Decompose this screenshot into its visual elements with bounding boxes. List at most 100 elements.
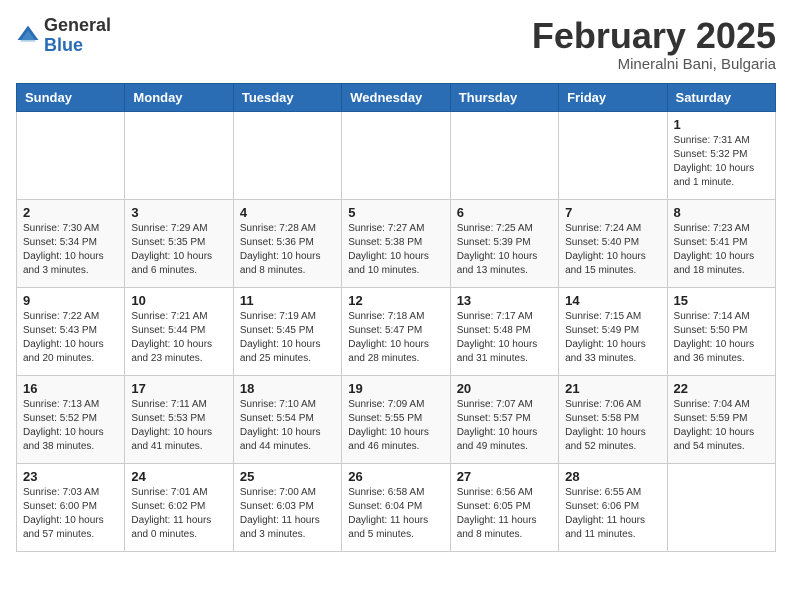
day-number: 16: [23, 381, 118, 396]
weekday-header-wednesday: Wednesday: [342, 83, 450, 111]
day-number: 21: [565, 381, 660, 396]
day-number: 27: [457, 469, 552, 484]
calendar-day-cell: 28 Sunrise: 6:55 AM Sunset: 6:06 PM Dayli…: [559, 463, 667, 551]
calendar-day-cell: 2Sunrise: 7:30 AM Sunset: 5:34 PM Daylig…: [17, 199, 125, 287]
day-number: 15: [674, 293, 769, 308]
calendar-day-cell: 14 Sunrise: 7:15 AM Sunset: 5:49 PM Dayli…: [559, 287, 667, 375]
day-info: Sunrise: 7:25 AM Sunset: 5:39 PM Dayligh…: [457, 222, 552, 278]
day-info: Sunrise: 7:10 AM Sunset: 5:54 PM Dayligh…: [240, 398, 335, 454]
day-number: 6: [457, 205, 552, 220]
day-info: Sunrise: 6:56 AM Sunset: 6:05 PM Dayligh…: [457, 486, 552, 542]
day-number: 23: [23, 469, 118, 484]
calendar-day-cell: 3 Sunrise: 7:29 AM Sunset: 5:35 PM Daylig…: [125, 199, 233, 287]
day-number: 14: [565, 293, 660, 308]
day-info: Sunrise: 6:55 AM Sunset: 6:06 PM Dayligh…: [565, 486, 660, 542]
calendar-week-row: 1Sunrise: 7:31 AM Sunset: 5:32 PM Daylig…: [17, 111, 776, 199]
day-number: 18: [240, 381, 335, 396]
day-info: Sunrise: 7:24 AM Sunset: 5:40 PM Dayligh…: [565, 222, 660, 278]
day-number: 24: [131, 469, 226, 484]
logo: General Blue: [16, 16, 111, 56]
weekday-header-thursday: Thursday: [450, 83, 558, 111]
day-number: 25: [240, 469, 335, 484]
day-info: Sunrise: 7:23 AM Sunset: 5:41 PM Dayligh…: [674, 222, 769, 278]
day-number: 5: [348, 205, 443, 220]
day-info: Sunrise: 7:11 AM Sunset: 5:53 PM Dayligh…: [131, 398, 226, 454]
calendar-week-row: 23 Sunrise: 7:03 AM Sunset: 6:00 PM Dayli…: [17, 463, 776, 551]
day-number: 17: [131, 381, 226, 396]
logo-blue-text: Blue: [44, 35, 83, 55]
day-info: Sunrise: 7:06 AM Sunset: 5:58 PM Dayligh…: [565, 398, 660, 454]
calendar-day-cell: 26Sunrise: 6:58 AM Sunset: 6:04 PM Dayli…: [342, 463, 450, 551]
day-info: Sunrise: 7:01 AM Sunset: 6:02 PM Dayligh…: [131, 486, 226, 542]
day-number: 4: [240, 205, 335, 220]
calendar-table: SundayMondayTuesdayWednesdayThursdayFrid…: [16, 83, 776, 552]
calendar-day-cell: 27 Sunrise: 6:56 AM Sunset: 6:05 PM Dayli…: [450, 463, 558, 551]
day-info: Sunrise: 7:04 AM Sunset: 5:59 PM Dayligh…: [674, 398, 769, 454]
calendar-day-cell: [342, 111, 450, 199]
day-info: Sunrise: 7:22 AM Sunset: 5:43 PM Dayligh…: [23, 310, 118, 366]
calendar-day-cell: 11 Sunrise: 7:19 AM Sunset: 5:45 PM Dayli…: [233, 287, 341, 375]
calendar-week-row: 2Sunrise: 7:30 AM Sunset: 5:34 PM Daylig…: [17, 199, 776, 287]
location-subtitle: Mineralni Bani, Bulgaria: [532, 56, 776, 73]
weekday-header-sunday: Sunday: [17, 83, 125, 111]
day-info: Sunrise: 7:21 AM Sunset: 5:44 PM Dayligh…: [131, 310, 226, 366]
calendar-day-cell: 25 Sunrise: 7:00 AM Sunset: 6:03 PM Dayli…: [233, 463, 341, 551]
calendar-day-cell: 9 Sunrise: 7:22 AM Sunset: 5:43 PM Daylig…: [17, 287, 125, 375]
calendar-day-cell: 6 Sunrise: 7:25 AM Sunset: 5:39 PM Daylig…: [450, 199, 558, 287]
day-number: 7: [565, 205, 660, 220]
weekday-header-monday: Monday: [125, 83, 233, 111]
day-info: Sunrise: 7:07 AM Sunset: 5:57 PM Dayligh…: [457, 398, 552, 454]
day-number: 10: [131, 293, 226, 308]
calendar-day-cell: [559, 111, 667, 199]
calendar-week-row: 16Sunrise: 7:13 AM Sunset: 5:52 PM Dayli…: [17, 375, 776, 463]
calendar-day-cell: 7 Sunrise: 7:24 AM Sunset: 5:40 PM Daylig…: [559, 199, 667, 287]
day-info: Sunrise: 7:19 AM Sunset: 5:45 PM Dayligh…: [240, 310, 335, 366]
day-number: 3: [131, 205, 226, 220]
day-info: Sunrise: 7:00 AM Sunset: 6:03 PM Dayligh…: [240, 486, 335, 542]
calendar-day-cell: [667, 463, 775, 551]
day-info: Sunrise: 7:17 AM Sunset: 5:48 PM Dayligh…: [457, 310, 552, 366]
weekday-header-tuesday: Tuesday: [233, 83, 341, 111]
logo-general-text: General: [44, 15, 111, 35]
calendar-day-cell: [17, 111, 125, 199]
calendar-day-cell: 15 Sunrise: 7:14 AM Sunset: 5:50 PM Dayli…: [667, 287, 775, 375]
day-number: 8: [674, 205, 769, 220]
calendar-week-row: 9 Sunrise: 7:22 AM Sunset: 5:43 PM Daylig…: [17, 287, 776, 375]
day-info: Sunrise: 7:29 AM Sunset: 5:35 PM Dayligh…: [131, 222, 226, 278]
day-number: 2: [23, 205, 118, 220]
calendar-day-cell: [233, 111, 341, 199]
calendar-day-cell: 19 Sunrise: 7:09 AM Sunset: 5:55 PM Dayli…: [342, 375, 450, 463]
calendar-day-cell: 21 Sunrise: 7:06 AM Sunset: 5:58 PM Dayli…: [559, 375, 667, 463]
calendar-day-cell: 13 Sunrise: 7:17 AM Sunset: 5:48 PM Dayli…: [450, 287, 558, 375]
day-info: Sunrise: 7:09 AM Sunset: 5:55 PM Dayligh…: [348, 398, 443, 454]
title-block: February 2025 Mineralni Bani, Bulgaria: [532, 16, 776, 73]
day-number: 11: [240, 293, 335, 308]
logo-icon: [16, 24, 40, 48]
weekday-header-row: SundayMondayTuesdayWednesdayThursdayFrid…: [17, 83, 776, 111]
day-number: 28: [565, 469, 660, 484]
calendar-day-cell: 16Sunrise: 7:13 AM Sunset: 5:52 PM Dayli…: [17, 375, 125, 463]
day-info: Sunrise: 7:18 AM Sunset: 5:47 PM Dayligh…: [348, 310, 443, 366]
weekday-header-saturday: Saturday: [667, 83, 775, 111]
day-info: Sunrise: 6:58 AM Sunset: 6:04 PM Dayligh…: [348, 486, 443, 542]
day-number: 12: [348, 293, 443, 308]
day-number: 9: [23, 293, 118, 308]
month-title: February 2025: [532, 16, 776, 56]
day-info: Sunrise: 7:28 AM Sunset: 5:36 PM Dayligh…: [240, 222, 335, 278]
day-number: 19: [348, 381, 443, 396]
day-number: 13: [457, 293, 552, 308]
day-info: Sunrise: 7:14 AM Sunset: 5:50 PM Dayligh…: [674, 310, 769, 366]
calendar-day-cell: 23 Sunrise: 7:03 AM Sunset: 6:00 PM Dayli…: [17, 463, 125, 551]
calendar-day-cell: [125, 111, 233, 199]
calendar-day-cell: 20 Sunrise: 7:07 AM Sunset: 5:57 PM Dayli…: [450, 375, 558, 463]
calendar-day-cell: 1Sunrise: 7:31 AM Sunset: 5:32 PM Daylig…: [667, 111, 775, 199]
calendar-day-cell: 24 Sunrise: 7:01 AM Sunset: 6:02 PM Dayli…: [125, 463, 233, 551]
calendar-day-cell: 12 Sunrise: 7:18 AM Sunset: 5:47 PM Dayli…: [342, 287, 450, 375]
day-number: 22: [674, 381, 769, 396]
day-info: Sunrise: 7:31 AM Sunset: 5:32 PM Dayligh…: [674, 134, 769, 190]
calendar-day-cell: 8 Sunrise: 7:23 AM Sunset: 5:41 PM Daylig…: [667, 199, 775, 287]
day-info: Sunrise: 7:15 AM Sunset: 5:49 PM Dayligh…: [565, 310, 660, 366]
calendar-day-cell: 17 Sunrise: 7:11 AM Sunset: 5:53 PM Dayli…: [125, 375, 233, 463]
day-info: Sunrise: 7:03 AM Sunset: 6:00 PM Dayligh…: [23, 486, 118, 542]
day-number: 20: [457, 381, 552, 396]
